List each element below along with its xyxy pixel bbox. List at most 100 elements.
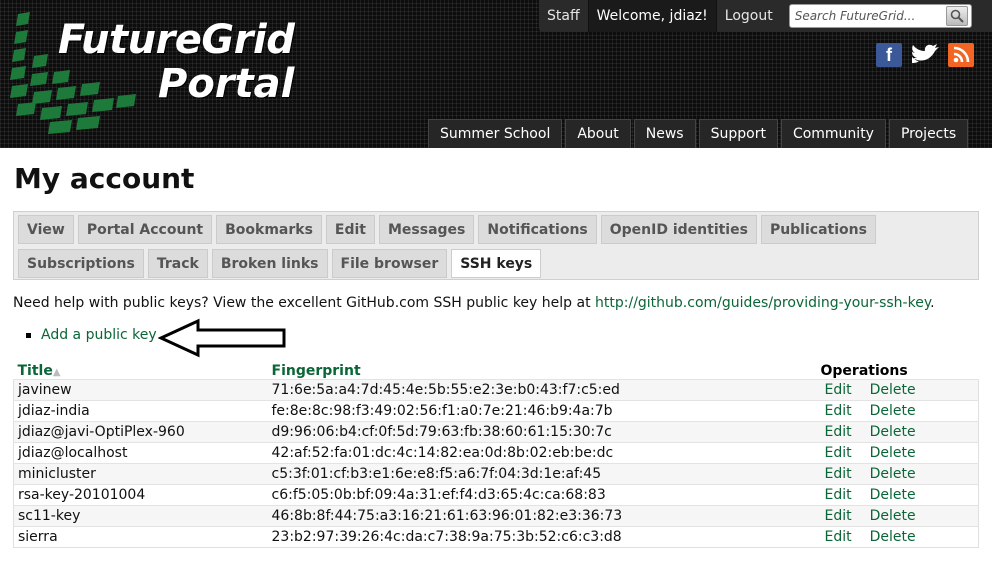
delete-key-link[interactable]: Delete: [870, 424, 916, 440]
search-icon: [950, 9, 964, 23]
table-row: rsa-key-20101004 c6:f5:05:0b:bf:09:4a:31:…: [13, 483, 979, 505]
main-navigation: Summer School About News Support Communi…: [428, 119, 969, 148]
key-fingerprint: c5:3f:01:cf:b3:e1:6e:e8:f5:a6:7f:04:3d:1…: [267, 462, 817, 484]
key-title: jdiaz-india: [13, 399, 268, 421]
add-key-list-item: Add a public key: [26, 327, 157, 343]
welcome-user-link[interactable]: Welcome, jdiaz!: [588, 0, 717, 32]
tab-ssh-keys[interactable]: SSH keys: [451, 249, 542, 278]
site-header: FutureGrid Portal Staff Welcome, jdiaz! …: [0, 0, 992, 148]
key-operations: Edit Delete: [816, 525, 979, 547]
column-header-fingerprint[interactable]: Fingerprint: [268, 359, 817, 379]
key-title: sc11-key: [13, 504, 268, 526]
delete-key-link[interactable]: Delete: [870, 487, 916, 503]
table-row: minicluster c5:3f:01:cf:b3:e1:6e:e8:f5:a6…: [13, 462, 979, 484]
add-public-key-link[interactable]: Add a public key: [41, 327, 157, 343]
delete-key-link[interactable]: Delete: [870, 508, 916, 524]
key-fingerprint: 42:af:52:fa:01:dc:4c:14:82:ea:0d:8b:02:e…: [267, 441, 817, 463]
tab-edit[interactable]: Edit: [325, 215, 375, 244]
search-input[interactable]: [789, 5, 945, 27]
delete-key-link[interactable]: Delete: [870, 445, 916, 461]
tab-openid-identities[interactable]: OpenID identities: [600, 215, 757, 244]
nav-projects[interactable]: Projects: [888, 119, 969, 148]
tab-view[interactable]: View: [18, 215, 74, 244]
table-row: sc11-key 46:8b:8f:44:75:a3:16:21:61:63:96…: [13, 504, 979, 526]
key-title: rsa-key-20101004: [13, 483, 268, 505]
nav-community[interactable]: Community: [780, 119, 886, 148]
tab-publications[interactable]: Publications: [760, 215, 876, 244]
tab-messages[interactable]: Messages: [379, 215, 475, 244]
account-tabs: View Portal Account Bookmarks Edit Messa…: [13, 211, 979, 280]
key-operations: Edit Delete: [816, 399, 979, 421]
delete-key-link[interactable]: Delete: [870, 382, 916, 398]
twitter-icon[interactable]: [908, 43, 942, 67]
tab-broken-links[interactable]: Broken links: [211, 249, 328, 278]
edit-key-link[interactable]: Edit: [825, 529, 852, 545]
key-fingerprint: 23:b2:97:39:26:4c:da:c7:38:9a:75:3b:52:c…: [267, 525, 817, 547]
page-title: My account: [14, 162, 195, 195]
logo-line1: FutureGrid: [58, 17, 295, 63]
edit-key-link[interactable]: Edit: [825, 424, 852, 440]
nav-summer-school[interactable]: Summer School: [428, 119, 563, 148]
key-fingerprint: 71:6e:5a:a4:7d:45:4e:5b:55:e2:3e:b0:43:f…: [267, 378, 817, 400]
nav-support[interactable]: Support: [698, 119, 778, 148]
nav-about[interactable]: About: [565, 119, 631, 148]
key-fingerprint: 46:8b:8f:44:75:a3:16:21:61:63:96:01:82:e…: [267, 504, 817, 526]
help-text-period: .: [930, 295, 935, 311]
delete-key-link[interactable]: Delete: [870, 466, 916, 482]
key-title: javinew: [13, 378, 268, 400]
help-text-label: Need help with public keys? View the exc…: [13, 295, 591, 311]
bullet: [26, 332, 31, 338]
ssh-keys-table-body: javinew 71:6e:5a:a4:7d:45:4e:5b:55:e2:3e:…: [13, 378, 979, 547]
key-operations: Edit Delete: [816, 504, 979, 526]
table-row: javinew 71:6e:5a:a4:7d:45:4e:5b:55:e2:3e:…: [13, 378, 979, 400]
github-ssh-help-link[interactable]: http://github.com/guides/providing-your-…: [595, 295, 930, 311]
key-title: jdiaz@localhost: [13, 441, 268, 463]
key-operations: Edit Delete: [816, 441, 979, 463]
ssh-help-text: Need help with public keys? View the exc…: [13, 295, 935, 311]
site-logo-text[interactable]: FutureGrid Portal: [58, 17, 295, 107]
table-row: jdiaz@localhost 42:af:52:fa:01:dc:4c:14:8…: [13, 441, 979, 463]
tab-track[interactable]: Track: [147, 249, 208, 278]
rss-icon[interactable]: [948, 43, 974, 67]
key-title: minicluster: [13, 462, 268, 484]
key-operations: Edit Delete: [816, 420, 979, 442]
key-operations: Edit Delete: [816, 378, 979, 400]
table-row: sierra 23:b2:97:39:26:4c:da:c7:38:9a:75:3…: [13, 525, 979, 547]
key-operations: Edit Delete: [816, 462, 979, 484]
delete-key-link[interactable]: Delete: [870, 529, 916, 545]
edit-key-link[interactable]: Edit: [825, 403, 852, 419]
key-fingerprint: d9:96:06:b4:cf:0f:5d:79:63:fb:38:60:61:1…: [267, 420, 817, 442]
tab-bookmarks[interactable]: Bookmarks: [216, 215, 322, 244]
tab-subscriptions[interactable]: Subscriptions: [18, 249, 144, 278]
social-links: f: [876, 43, 974, 67]
tab-file-browser[interactable]: File browser: [331, 249, 448, 278]
tab-portal-account[interactable]: Portal Account: [77, 215, 213, 244]
title-header-label: Title: [17, 362, 53, 379]
column-header-operations: Operations: [820, 362, 908, 379]
table-row: jdiaz@javi-OptiPlex-960 d9:96:06:b4:cf:0f…: [13, 420, 979, 442]
edit-key-link[interactable]: Edit: [825, 487, 852, 503]
tab-notifications[interactable]: Notifications: [478, 215, 597, 244]
key-title: sierra: [13, 525, 268, 547]
column-header-title[interactable]: Title▲: [14, 359, 268, 379]
facebook-icon[interactable]: f: [876, 43, 902, 67]
table-row: jdiaz-india fe:8e:8c:98:f3:49:02:56:f1:a0…: [13, 399, 979, 421]
key-operations: Edit Delete: [816, 483, 979, 505]
staff-link[interactable]: Staff: [539, 0, 589, 32]
key-fingerprint: c6:f5:05:0b:bf:09:4a:31:ef:f4:d3:65:4c:c…: [267, 483, 817, 505]
logo-line2: Portal: [158, 61, 295, 107]
edit-key-link[interactable]: Edit: [825, 508, 852, 524]
search-box: [788, 4, 972, 28]
logout-link[interactable]: Logout: [717, 0, 781, 32]
ssh-keys-table: Title▲ Fingerprint Operations javinew 71:…: [13, 359, 979, 548]
sort-ascending-icon: ▲: [52, 366, 61, 378]
edit-key-link[interactable]: Edit: [825, 382, 852, 398]
edit-key-link[interactable]: Edit: [825, 466, 852, 482]
search-button[interactable]: [945, 6, 968, 26]
edit-key-link[interactable]: Edit: [825, 445, 852, 461]
nav-news[interactable]: News: [633, 119, 696, 148]
delete-key-link[interactable]: Delete: [870, 403, 916, 419]
left-arrow-icon: [158, 318, 286, 358]
key-title: jdiaz@javi-OptiPlex-960: [13, 420, 268, 442]
key-fingerprint: fe:8e:8c:98:f3:49:02:56:f1:a0:7e:21:46:b…: [267, 399, 817, 421]
